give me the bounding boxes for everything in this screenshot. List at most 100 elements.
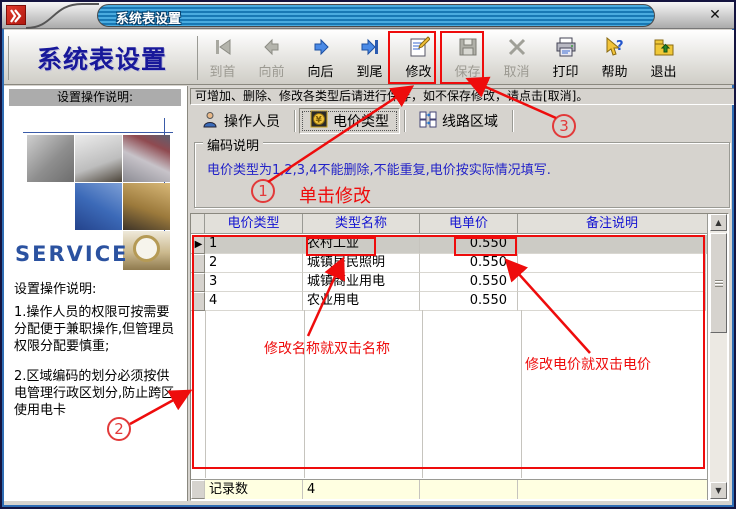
tab-separator [294,110,295,132]
arrow-first-icon [212,35,234,59]
title-pill: 系统表设置 [97,4,655,27]
price-type-table: 电价类型 类型名称 电单价 备注说明 ▶ 1 农村工业 0.550 2 城镇居民… [190,213,729,501]
cell-type-name[interactable]: 城镇商业用电 [303,273,420,292]
header-indicator-cell [191,214,205,233]
instruction-item-2: 2.区域编码的划分必须按供电管理行政区划分,防止跨区使用电卡 [14,368,180,419]
cell-price-type: 1 [205,235,303,254]
page-title: 系统表设置 [14,40,190,76]
header-type-name: 类型名称 [303,214,420,233]
groupbox-note: 电价类型为1,2,3,4不能删除,不能重复,电价按实际情况填写. [207,159,551,178]
tab-bar: 操作人员 ¥ 电价类型 线路区域 [192,108,517,134]
help-button[interactable]: ? 帮助 [592,32,637,82]
table-row[interactable]: 2 城镇居民照明 0.550 [191,254,707,273]
photo-pen [75,135,122,182]
exit-button-label: 退出 [650,61,676,80]
close-icon[interactable]: ✕ [706,6,724,24]
footer-empty-cell [420,480,518,499]
sidebar-header: 设置操作说明: [9,89,181,106]
photo-watch [123,231,170,270]
row-indicator [191,254,205,273]
photo-hand [123,183,170,230]
row-indicator [191,292,205,311]
cell-price-type: 4 [205,292,303,311]
tab-separator [512,110,513,132]
row-indicator [191,273,205,292]
exit-button[interactable]: 退出 [641,32,686,82]
scroll-up-icon[interactable]: ▲ [710,214,727,231]
table-row[interactable]: 3 城镇商业用电 0.550 [191,273,707,292]
prev-button-label: 向前 [258,61,284,80]
first-button-label: 到首 [209,61,235,80]
cell-note [518,254,706,273]
cell-price-type: 3 [205,273,303,292]
instruction-item-1: 1.操作人员的权限可按需要分配便于兼职操作,但管理员权限分配要慎重; [14,304,180,355]
first-button[interactable]: 到首 [200,32,245,82]
last-button-label: 到尾 [356,61,382,80]
tab-separator [404,110,405,132]
cell-unit-price[interactable]: 0.550 [420,254,518,273]
prev-button[interactable]: 向前 [249,32,294,82]
grid-line [304,310,305,478]
notice-bar: 可增加、删除、修改各类型后请进行保存，如不保存修改，请点击[取消]。 [190,88,736,105]
photo-keyboard [75,183,122,230]
service-brand-text: SERVICE [15,242,128,266]
last-button[interactable]: 到尾 [347,32,392,82]
grid-line [521,310,522,478]
table-row[interactable]: ▶ 1 农村工业 0.550 [191,235,707,254]
svg-text:¥: ¥ [316,116,323,126]
header-note: 备注说明 [518,214,706,233]
cell-type-name[interactable]: 城镇居民照明 [303,254,420,273]
row-indicator: ▶ [191,235,205,254]
tab-line-region[interactable]: 线路区域 [409,108,508,134]
exit-icon [653,35,675,59]
header-unit-price: 电单价 [420,214,518,233]
app-window: 系统表设置 ✕ 系统表设置 到首 向前 向后 [0,0,736,509]
next-button-label: 向后 [307,61,333,80]
cancel-button[interactable]: 取消 [494,32,539,82]
tab-price-type[interactable]: ¥ 电价类型 [299,108,400,134]
scrollbar-grip [715,280,723,287]
print-icon [555,35,577,59]
cell-type-name[interactable]: 农业用电 [303,292,420,311]
vertical-scrollbar[interactable]: ▲ ▼ [710,214,727,499]
photo-pens [123,135,170,182]
cell-unit-price[interactable]: 0.550 [420,273,518,292]
title-bar: 系统表设置 ✕ [2,2,734,29]
next-button[interactable]: 向后 [298,32,343,82]
arrow-last-icon [359,35,381,59]
cell-unit-price[interactable]: 0.550 [420,235,518,254]
grid-line [707,214,708,500]
arrow-prev-icon [261,35,283,59]
footer-empty-cell [518,480,706,499]
instructions-title: 设置操作说明: [14,278,96,297]
cancel-button-label: 取消 [503,61,529,80]
svg-text:?: ? [616,39,624,54]
save-button-label: 保存 [454,61,480,80]
scroll-down-icon[interactable]: ▼ [710,482,727,499]
scrollbar-thumb[interactable] [710,233,727,333]
toolbar: 系统表设置 到首 向前 向后 [4,30,736,85]
edit-icon [408,35,430,59]
save-icon [458,35,478,59]
cell-note [518,235,706,254]
app-logo-icon [6,5,26,25]
save-button[interactable]: 保存 [445,32,490,82]
record-count-value: 4 [303,480,420,499]
tab-operators[interactable]: 操作人员 [192,108,290,134]
price-type-icon: ¥ [310,110,328,132]
grid-line [422,310,423,478]
modify-button[interactable]: 修改 [396,32,441,82]
tab-operators-label: 操作人员 [224,111,280,131]
code-description-groupbox: 编码说明 电价类型为1,2,3,4不能删除,不能重复,电价按实际情况填写. [194,142,730,208]
region-icon [419,111,437,132]
sidebar: 设置操作说明: SERVICE 设置操作说明: 1.操作人员的权限可按需要分配便… [4,86,188,501]
groupbox-title: 编码说明 [203,135,263,154]
tab-line-region-label: 线路区域 [442,111,498,131]
service-collage-image: SERVICE [9,110,181,270]
tab-price-type-label: 电价类型 [333,111,389,131]
cell-unit-price[interactable]: 0.550 [420,292,518,311]
table-row[interactable]: 4 农业用电 0.550 [191,292,707,311]
collage-line-h [23,132,173,133]
cell-type-name[interactable]: 农村工业 [303,235,420,254]
print-button[interactable]: 打印 [543,32,588,82]
